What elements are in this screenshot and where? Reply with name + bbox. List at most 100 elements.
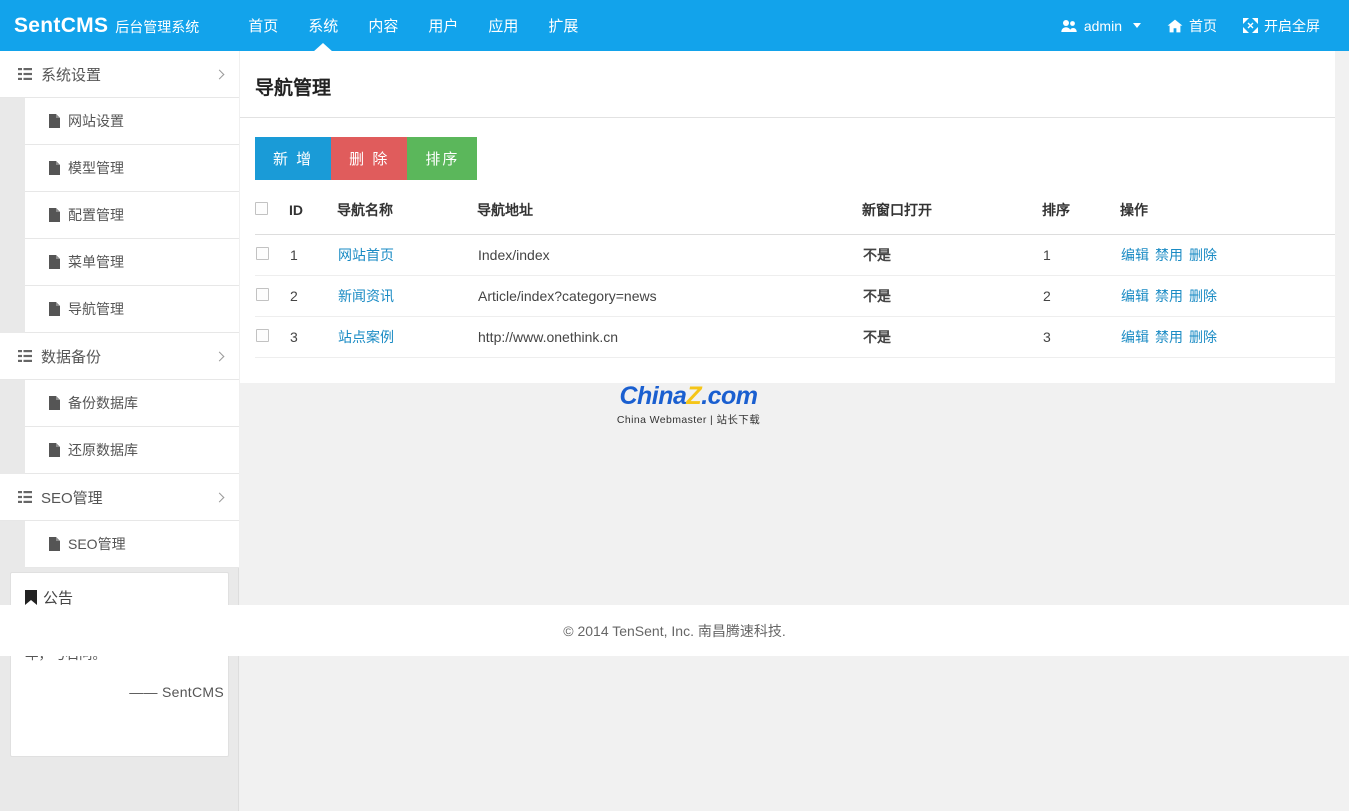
file-icon [49, 443, 60, 457]
column-header-operations: 操作 [1120, 200, 1335, 235]
announcement-signature: —— SentCMS [129, 683, 224, 700]
file-icon [49, 114, 60, 128]
sidebar-item-label: 还原数据库 [68, 442, 138, 458]
page-footer: © 2014 TenSent, Inc. 南昌腾速科技. [0, 605, 1349, 656]
disable-link[interactable]: 禁用 [1155, 247, 1183, 263]
file-icon [49, 396, 60, 410]
sidebar-group-system-settings[interactable]: 系统设置 [0, 51, 239, 98]
announcement-panel: 公告 年，弓石问。 —— SentCMS [10, 572, 229, 757]
nav-name-link[interactable]: 新闻资讯 [338, 288, 394, 304]
sidebar-item-menu-management[interactable]: 菜单管理 [25, 239, 239, 286]
sidebar: 系统设置 网站设置 模型管理 配置管理 菜单管理 导航管理 数据备份 备份数据库… [0, 51, 239, 811]
cell-url: http://www.onethink.cn [477, 316, 862, 358]
select-all-checkbox[interactable] [255, 202, 268, 215]
fullscreen-label: 开启全屏 [1264, 17, 1320, 34]
table-header-row: ID 导航名称 导航地址 新窗口打开 排序 操作 [255, 200, 1335, 235]
column-header-sort[interactable]: 排序 [1042, 200, 1120, 235]
nav-item-application[interactable]: 应用 [473, 0, 533, 51]
watermark-logo: ChinaZ.com [596, 384, 781, 409]
sidebar-item-label: SEO管理 [68, 536, 126, 552]
cell-operations: 编辑 禁用 删除 [1120, 275, 1335, 317]
delete-button[interactable]: 删 除 [331, 137, 408, 180]
edit-link[interactable]: 编辑 [1121, 247, 1149, 263]
table-row: 2 新闻资讯 Article/index?category=news 不是 2 … [255, 275, 1335, 317]
cell-sort: 2 [1042, 275, 1120, 317]
sidebar-group-label: SEO管理 [41, 489, 103, 507]
nav-name-link[interactable]: 网站首页 [338, 247, 394, 263]
sidebar-group-data-backup[interactable]: 数据备份 [0, 333, 239, 380]
sidebar-group-label: 系统设置 [41, 66, 102, 84]
sidebar-item-config-management[interactable]: 配置管理 [25, 192, 239, 239]
disable-link[interactable]: 禁用 [1155, 288, 1183, 304]
home-icon [1167, 19, 1183, 33]
delete-link[interactable]: 删除 [1189, 288, 1217, 304]
sidebar-item-seo-management[interactable]: SEO管理 [25, 521, 239, 568]
sidebar-item-label: 菜单管理 [68, 254, 124, 270]
chevron-down-icon [1133, 23, 1141, 28]
nav-item-label: 系统 [308, 18, 339, 35]
edit-link[interactable]: 编辑 [1121, 329, 1149, 345]
content-card: 导航管理 新 增 删 除 排序 ID 导航名称 导航地址 新窗口打开 排序 操作… [240, 51, 1335, 383]
nav-item-label: 应用 [488, 18, 519, 35]
app-root: SentCMS 后台管理系统 首页 系统 内容 用户 应用 扩展 admin 首… [0, 0, 1349, 811]
nav-name-link[interactable]: 站点案例 [338, 329, 394, 345]
brand-subtitle: 后台管理系统 [115, 18, 200, 35]
home-link[interactable]: 首页 [1154, 0, 1230, 51]
table-head: ID 导航名称 导航地址 新窗口打开 排序 操作 [255, 200, 1335, 235]
add-button[interactable]: 新 增 [255, 137, 332, 180]
cell-new-window: 不是 [862, 316, 1042, 358]
row-checkbox[interactable] [256, 288, 269, 301]
cell-id: 2 [289, 275, 337, 317]
watermark-part-com: .com [701, 382, 758, 410]
row-checkbox[interactable] [256, 247, 269, 260]
file-icon [49, 161, 60, 175]
watermark-tagline: China Webmaster | 站长下载 [616, 414, 761, 426]
navigation-table: ID 导航名称 导航地址 新窗口打开 排序 操作 1 网站首页 Index/in… [255, 200, 1335, 358]
chinaz-watermark: ChinaZ.com China Webmaster | 站长下载 [596, 384, 781, 427]
sidebar-group-seo-management[interactable]: SEO管理 [0, 474, 239, 521]
nav-item-system[interactable]: 系统 [293, 0, 353, 51]
column-header-name[interactable]: 导航名称 [337, 200, 477, 235]
row-select-cell [255, 316, 289, 358]
sidebar-item-model-management[interactable]: 模型管理 [25, 145, 239, 192]
nav-item-label: 用户 [428, 18, 459, 35]
brand-logo[interactable]: SentCMS 后台管理系统 [14, 14, 199, 38]
column-header-id[interactable]: ID [289, 200, 337, 235]
fullscreen-toggle[interactable]: 开启全屏 [1230, 0, 1333, 51]
list-icon [18, 68, 32, 80]
sidebar-item-label: 模型管理 [68, 160, 124, 176]
nav-item-label: 扩展 [548, 18, 579, 35]
nav-item-user[interactable]: 用户 [413, 0, 473, 51]
file-icon [49, 255, 60, 269]
delete-link[interactable]: 删除 [1189, 329, 1217, 345]
sidebar-item-backup-database[interactable]: 备份数据库 [25, 380, 239, 427]
sidebar-item-restore-database[interactable]: 还原数据库 [25, 427, 239, 474]
table-row: 1 网站首页 Index/index 不是 1 编辑 禁用 删除 [255, 234, 1335, 276]
delete-link[interactable]: 删除 [1189, 247, 1217, 263]
sort-button[interactable]: 排序 [407, 137, 478, 180]
column-header-url[interactable]: 导航地址 [477, 200, 862, 235]
nav-item-content[interactable]: 内容 [353, 0, 413, 51]
announcement-title: 公告 [11, 573, 228, 608]
main-nav: 首页 系统 内容 用户 应用 扩展 [233, 0, 593, 51]
table-body: 1 网站首页 Index/index 不是 1 编辑 禁用 删除 2 新闻资讯 … [255, 234, 1335, 358]
chevron-right-icon [214, 351, 225, 361]
sidebar-menu: 系统设置 网站设置 模型管理 配置管理 菜单管理 导航管理 数据备份 备份数据库… [0, 51, 239, 568]
sidebar-item-navigation-management[interactable]: 导航管理 [25, 286, 239, 333]
row-checkbox[interactable] [256, 329, 269, 342]
nav-item-extension[interactable]: 扩展 [533, 0, 593, 51]
cell-operations: 编辑 禁用 删除 [1120, 234, 1335, 276]
column-header-new-window[interactable]: 新窗口打开 [862, 200, 1042, 235]
edit-link[interactable]: 编辑 [1121, 288, 1149, 304]
navbar-right: admin 首页 开启全屏 [1048, 0, 1333, 51]
disable-link[interactable]: 禁用 [1155, 329, 1183, 345]
sidebar-submenu-system-settings: 网站设置 模型管理 配置管理 菜单管理 导航管理 [0, 98, 239, 333]
expand-icon [1243, 18, 1258, 33]
user-menu[interactable]: admin [1048, 0, 1154, 51]
users-icon [1061, 19, 1078, 33]
page-title: 导航管理 [255, 78, 332, 99]
sidebar-item-site-settings[interactable]: 网站设置 [25, 98, 239, 145]
cell-id: 3 [289, 316, 337, 358]
nav-item-home[interactable]: 首页 [233, 0, 293, 51]
copyright-text: © 2014 TenSent, Inc. 南昌腾速科技. [563, 622, 786, 639]
